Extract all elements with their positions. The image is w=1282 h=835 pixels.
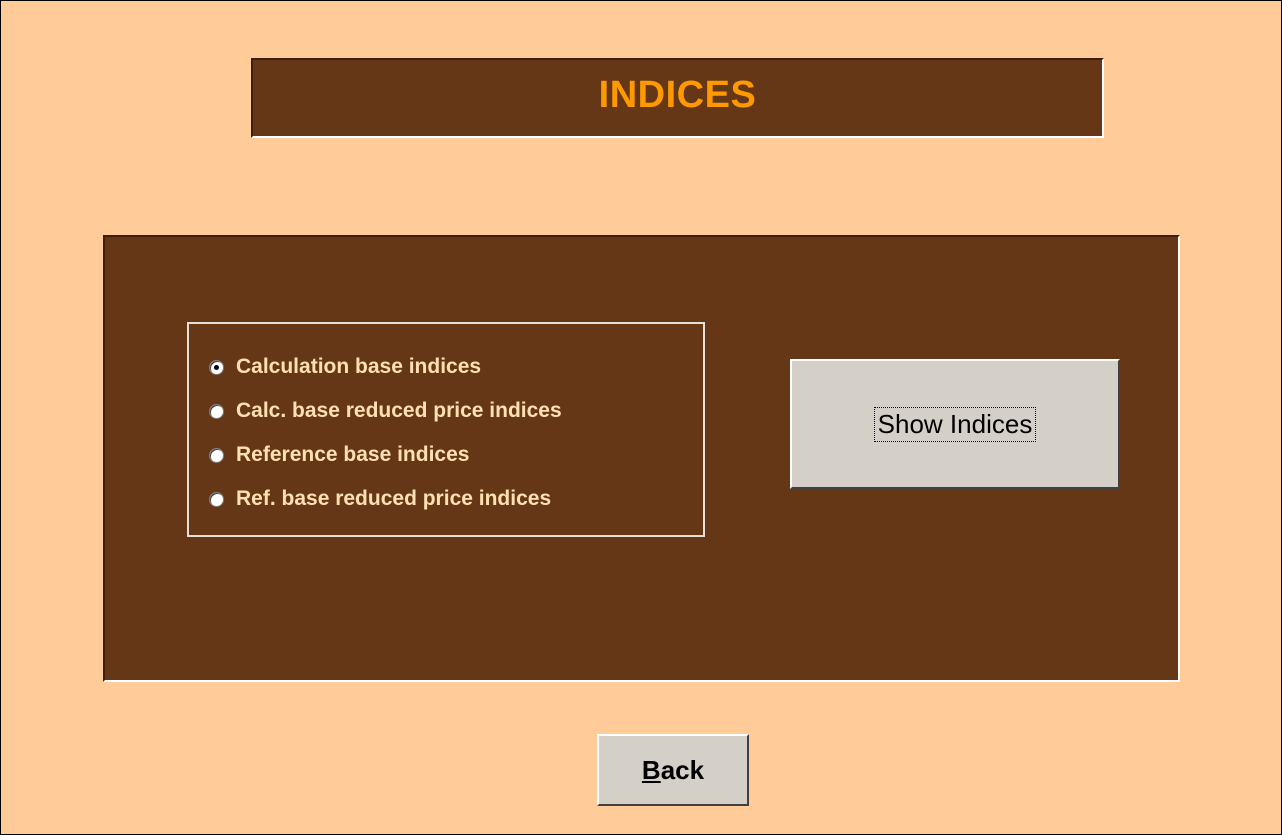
back-button[interactable]: Back (597, 734, 749, 806)
radio-option-label: Calculation base indices (236, 355, 482, 378)
radio-option-label: Calc. base reduced price indices (236, 399, 562, 422)
radio-option-label: Reference base indices (236, 443, 470, 466)
radio-button-icon[interactable] (209, 447, 224, 463)
main-panel: Calculation base indices Calc. base redu… (103, 235, 1180, 682)
radio-button-icon[interactable] (209, 403, 224, 419)
back-button-label: Back (642, 755, 704, 786)
back-label-rest: ack (660, 754, 705, 785)
radio-button-icon[interactable] (209, 359, 224, 375)
back-accelerator-key: B (641, 754, 661, 785)
title-banner: INDICES (251, 58, 1104, 138)
radio-button-icon[interactable] (209, 491, 224, 507)
radio-option-calc-base-reduced-price[interactable]: Calc. base reduced price indices (209, 396, 562, 426)
radio-option-reference-base[interactable]: Reference base indices (209, 440, 469, 470)
radio-option-label: Ref. base reduced price indices (236, 487, 552, 510)
radio-option-calculation-base[interactable]: Calculation base indices (209, 352, 481, 382)
index-type-option-group: Calculation base indices Calc. base redu… (187, 322, 705, 537)
show-indices-label: Show Indices (873, 406, 1037, 442)
indices-window: INDICES Calculation base indices Calc. b… (0, 0, 1282, 835)
page-title: INDICES (598, 73, 757, 116)
radio-option-ref-base-reduced-price[interactable]: Ref. base reduced price indices (209, 484, 551, 514)
show-indices-button[interactable]: Show Indices (790, 359, 1120, 489)
